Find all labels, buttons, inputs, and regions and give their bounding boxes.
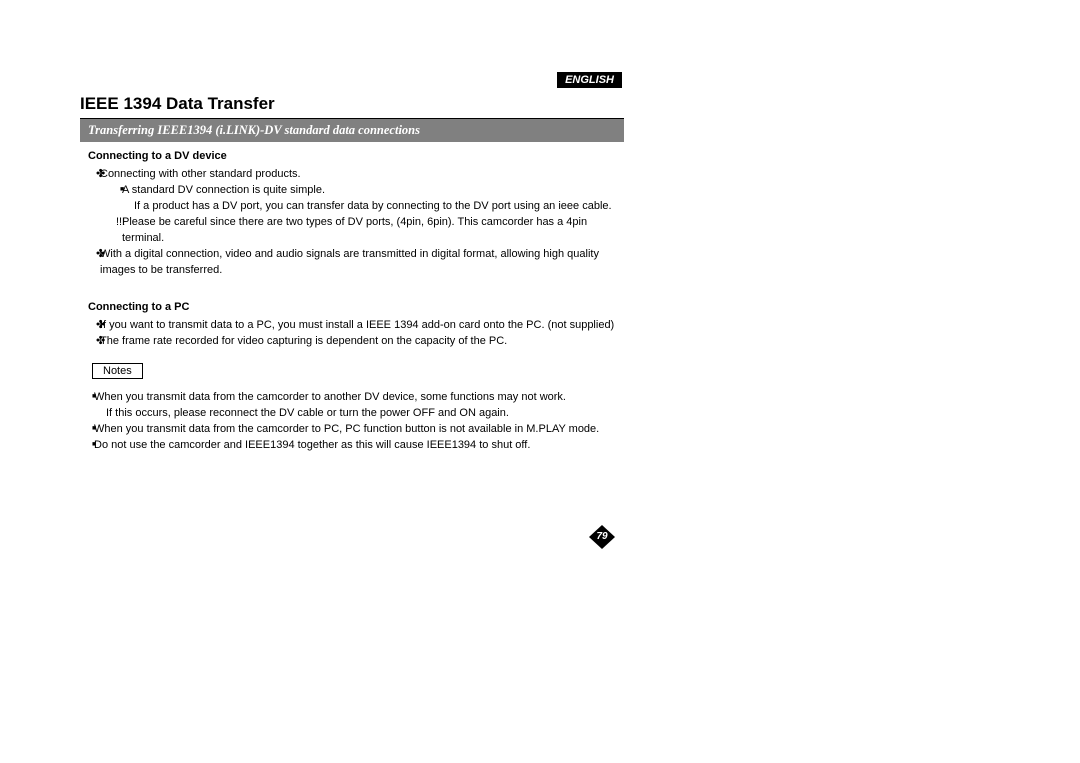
cross-bullet-icon: ✤ bbox=[96, 318, 105, 334]
list-item-text: Connecting with other standard products. bbox=[100, 168, 301, 180]
page-title: IEEE 1394 Data Transfer bbox=[80, 94, 624, 114]
list-item-text: With a digital connection, video and aud… bbox=[100, 248, 599, 276]
list-item: ■ Do not use the camcorder and IEEE1394 … bbox=[94, 438, 624, 454]
page-number: 79 bbox=[588, 531, 616, 542]
list-item: ✤ If you want to transmit data to a PC, … bbox=[100, 318, 624, 334]
list-item-text: If a product has a DV port, you can tran… bbox=[134, 200, 612, 212]
notes-list: ■ When you transmit data from the camcor… bbox=[80, 390, 624, 454]
list-item-text: If this occurs, please reconnect the DV … bbox=[106, 407, 509, 419]
list-item-text: Do not use the camcorder and IEEE1394 to… bbox=[94, 439, 530, 451]
notes-label-box: Notes bbox=[92, 363, 143, 379]
document-page: ENGLISH IEEE 1394 Data Transfer Transfer… bbox=[0, 0, 1080, 763]
footer-area: 79 bbox=[80, 506, 624, 528]
warning-bullet-icon: !!! bbox=[116, 215, 125, 231]
list-item: If this occurs, please reconnect the DV … bbox=[94, 406, 624, 422]
dv-list: ✤ Connecting with other standard product… bbox=[80, 167, 624, 279]
list-item-text: When you transmit data from the camcorde… bbox=[94, 391, 566, 403]
pc-list: ✤ If you want to transmit data to a PC, … bbox=[80, 318, 624, 350]
square-bullet-icon: ■ bbox=[92, 440, 96, 450]
square-bullet-icon: ■ bbox=[92, 424, 96, 434]
list-item: If a product has a DV port, you can tran… bbox=[134, 199, 624, 215]
page-number-badge: 79 bbox=[588, 524, 616, 550]
square-bullet-icon: ■ bbox=[92, 392, 96, 402]
list-item: ✤ Connecting with other standard product… bbox=[100, 167, 624, 183]
list-item: ■ When you transmit data from the camcor… bbox=[94, 422, 624, 438]
content-area: ENGLISH IEEE 1394 Data Transfer Transfer… bbox=[80, 80, 624, 454]
list-item-text: A standard DV connection is quite simple… bbox=[122, 184, 325, 196]
list-item: ■ When you transmit data from the camcor… bbox=[94, 390, 624, 406]
square-bullet-icon: ■ bbox=[120, 185, 124, 195]
list-item-text: Please be careful since there are two ty… bbox=[122, 216, 587, 244]
language-tab: ENGLISH bbox=[557, 72, 622, 88]
subtitle-bar: Transferring IEEE1394 (i.LINK)-DV standa… bbox=[80, 118, 624, 142]
section-heading-dv: Connecting to a DV device bbox=[88, 150, 624, 162]
list-item: !!! Please be careful since there are tw… bbox=[122, 215, 624, 247]
cross-bullet-icon: ✤ bbox=[96, 334, 105, 350]
list-item-text: The frame rate recorded for video captur… bbox=[100, 335, 507, 347]
list-item-text: If you want to transmit data to a PC, yo… bbox=[100, 319, 614, 331]
section-heading-pc: Connecting to a PC bbox=[88, 301, 624, 313]
list-item: ✤ The frame rate recorded for video capt… bbox=[100, 334, 624, 350]
list-item: ✤ With a digital connection, video and a… bbox=[100, 247, 624, 279]
cross-bullet-icon: ✤ bbox=[96, 167, 105, 183]
list-item-text: When you transmit data from the camcorde… bbox=[94, 423, 599, 435]
cross-bullet-icon: ✤ bbox=[96, 247, 105, 263]
list-item: ■ A standard DV connection is quite simp… bbox=[122, 183, 624, 199]
